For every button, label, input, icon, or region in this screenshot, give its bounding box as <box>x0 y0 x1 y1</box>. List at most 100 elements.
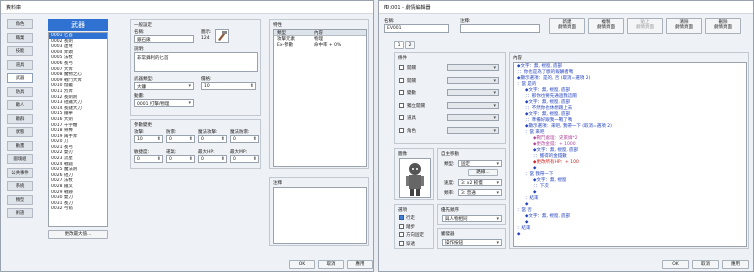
condition-select-5[interactable] <box>447 126 499 134</box>
command-row[interactable]: ◆ <box>514 232 746 238</box>
condition-checkbox-4[interactable] <box>399 115 404 120</box>
apply-button[interactable]: 應用 <box>722 260 749 269</box>
trait-row[interactable]: Ex-參數 命中率 + 0% <box>274 42 366 48</box>
apply-button[interactable]: 應用 <box>347 260 373 269</box>
weapon-type-select[interactable]: 大鐮 <box>134 82 194 90</box>
condition-select-1[interactable] <box>447 76 499 84</box>
option-checkbox-0[interactable] <box>399 215 404 220</box>
param-field-0[interactable]: 10 <box>134 135 163 143</box>
traits-table[interactable]: 類型 內容 攻擊元素 物理 Ex-參數 命中率 + 0% <box>273 29 367 167</box>
change-max-button[interactable]: 更改最大值... <box>48 230 108 239</box>
command-list[interactable]: ◆文字：無, 視窗, 底部 ：：你也是為了斷的報酬者嗎 ◆顯示選項：是的, 否 (取… <box>513 62 747 247</box>
auto-move-header: 自主移動 <box>441 152 459 157</box>
frequency-select[interactable]: 3: 普通 <box>458 189 502 196</box>
page-tab-2[interactable]: 2 <box>405 41 415 49</box>
page-button-2[interactable]: 貼上 劇情頁面 <box>627 18 663 34</box>
tab-0[interactable]: 角色 <box>7 19 33 29</box>
ok-button[interactable]: OK <box>662 260 689 269</box>
close-icon[interactable]: × <box>6 4 369 10</box>
param-value-0: 10 <box>137 137 143 142</box>
event-name-field[interactable]: EV001 <box>384 24 449 33</box>
condition-checkbox-0[interactable] <box>399 65 404 70</box>
condition-checkbox-5[interactable] <box>399 127 404 133</box>
conditions-panel: 條件 開關開關變數獨立開關道具角色 <box>394 52 506 144</box>
param-value-2: 0 <box>201 137 204 142</box>
condition-checkbox-1[interactable] <box>399 77 404 83</box>
icon-label: 圖示: <box>201 30 212 35</box>
note-header: 注釋 <box>273 181 282 186</box>
cancel-button[interactable]: 取消 <box>318 260 344 269</box>
page-button-0[interactable]: 新建 劇情頁面 <box>549 18 585 34</box>
param-field-1[interactable]: 0 <box>166 135 195 143</box>
priority-select[interactable]: 與人物相同 <box>442 215 502 222</box>
move-type-select[interactable]: 固定 <box>458 160 502 167</box>
tab-11[interactable]: 公共事件 <box>7 167 33 178</box>
condition-select-2[interactable] <box>447 89 499 96</box>
option-label-1: 踏步 <box>406 224 415 230</box>
speed-select[interactable]: 3: x2 較慢 <box>458 179 502 186</box>
param-field-2[interactable]: 0 <box>198 135 227 143</box>
trigger-select[interactable]: 操作按鈕 <box>442 239 502 246</box>
close-icon[interactable]: × <box>384 4 749 10</box>
condition-checkbox-2[interactable] <box>399 90 404 95</box>
description-field[interactable]: 非常鋒利的匕首 <box>134 52 258 72</box>
condition-label-4: 道具 <box>407 116 416 121</box>
general-header: 一般設定 <box>134 23 152 28</box>
tab-4[interactable]: 武器 <box>7 73 33 83</box>
tab-14[interactable]: 術語 <box>7 208 33 218</box>
trigger-header: 觸發器 <box>441 232 455 237</box>
condition-label-0: 開關 <box>407 66 416 71</box>
condition-select-4[interactable] <box>447 114 499 121</box>
page-button-1[interactable]: 複製 劇情頁面 <box>588 18 624 34</box>
condition-select-0[interactable] <box>447 64 499 71</box>
general-panel: 一般設定 名稱: 銀石鍬 圖示: 124 說明: 非常鋒利的匕首 武器類型: 大… <box>130 19 261 116</box>
param-field-4[interactable]: 0 <box>134 155 163 163</box>
route-button[interactable]: 路線... <box>468 169 498 176</box>
page-button-3[interactable]: 清除 劇情頁面 <box>666 18 702 34</box>
option-checkbox-1[interactable] <box>399 223 404 229</box>
list-item[interactable]: 0032 弓箭 <box>49 206 107 212</box>
cancel-button[interactable]: 取消 <box>692 260 719 269</box>
weapon-icon[interactable] <box>215 29 229 43</box>
param-field-6[interactable]: 0 <box>198 155 227 163</box>
tab-8[interactable]: 狀態 <box>7 127 33 137</box>
option-checkbox-2[interactable] <box>399 232 404 237</box>
auto-move-panel: 自主移動 類型: 固定 路線... 速度: 3: x2 較慢 頻率: 3: 普通 <box>437 148 506 200</box>
options-panel: 選項 行走 踏步 方向固定 穿透 <box>394 204 434 249</box>
tab-3[interactable]: 道具 <box>7 59 33 70</box>
tab-13[interactable]: 類型 <box>7 194 33 205</box>
tab-12[interactable]: 系統 <box>7 181 33 191</box>
page-button-4[interactable]: 刪除 劇情頁面 <box>705 18 741 34</box>
params-header: 參數變更 <box>134 123 152 128</box>
tab-9[interactable]: 動畫 <box>7 140 33 151</box>
tab-6[interactable]: 敵人 <box>7 100 33 110</box>
change-max-label: 更改最大值... <box>64 232 92 237</box>
param-field-5[interactable]: 0 <box>166 155 195 163</box>
price-field[interactable]: 10 <box>201 82 256 90</box>
speed-label: 速度: <box>444 181 455 186</box>
tab-10[interactable]: 圖塊組 <box>7 154 33 164</box>
option-checkbox-3[interactable] <box>399 240 404 246</box>
param-field-7[interactable]: 0 <box>230 155 259 163</box>
weapon-list[interactable]: 0001 匕首 0002 長劍 0003 連弩 0004 斧頭 0005 法杖 0006 … <box>48 32 108 227</box>
tab-2[interactable]: 技能 <box>7 46 33 56</box>
tab-1[interactable]: 職業 <box>7 32 33 43</box>
page-tab-1[interactable]: 1 <box>394 41 404 49</box>
condition-select-3[interactable] <box>447 101 499 109</box>
condition-checkbox-3[interactable] <box>399 102 404 108</box>
event-graphic[interactable] <box>399 158 431 198</box>
note-panel: 注釋 <box>269 177 369 246</box>
animation-select[interactable]: 0001 打擊/物理 <box>134 99 194 107</box>
list-header: 武器 <box>48 19 108 31</box>
tab-5[interactable]: 防具 <box>7 86 33 97</box>
event-note-field[interactable] <box>460 24 540 33</box>
tab-7[interactable]: 敵群 <box>7 113 33 124</box>
image-panel: 圖像 <box>394 148 434 200</box>
name-field[interactable]: 銀石鍬 <box>134 35 194 43</box>
note-field[interactable] <box>273 187 367 244</box>
param-field-3[interactable]: 0 <box>230 135 259 143</box>
param-value-3: 0 <box>233 137 236 142</box>
list-header-label: 武器 <box>71 21 85 29</box>
priority-panel: 優先順序 與人物相同 <box>437 204 506 225</box>
ok-button[interactable]: OK <box>289 260 315 269</box>
